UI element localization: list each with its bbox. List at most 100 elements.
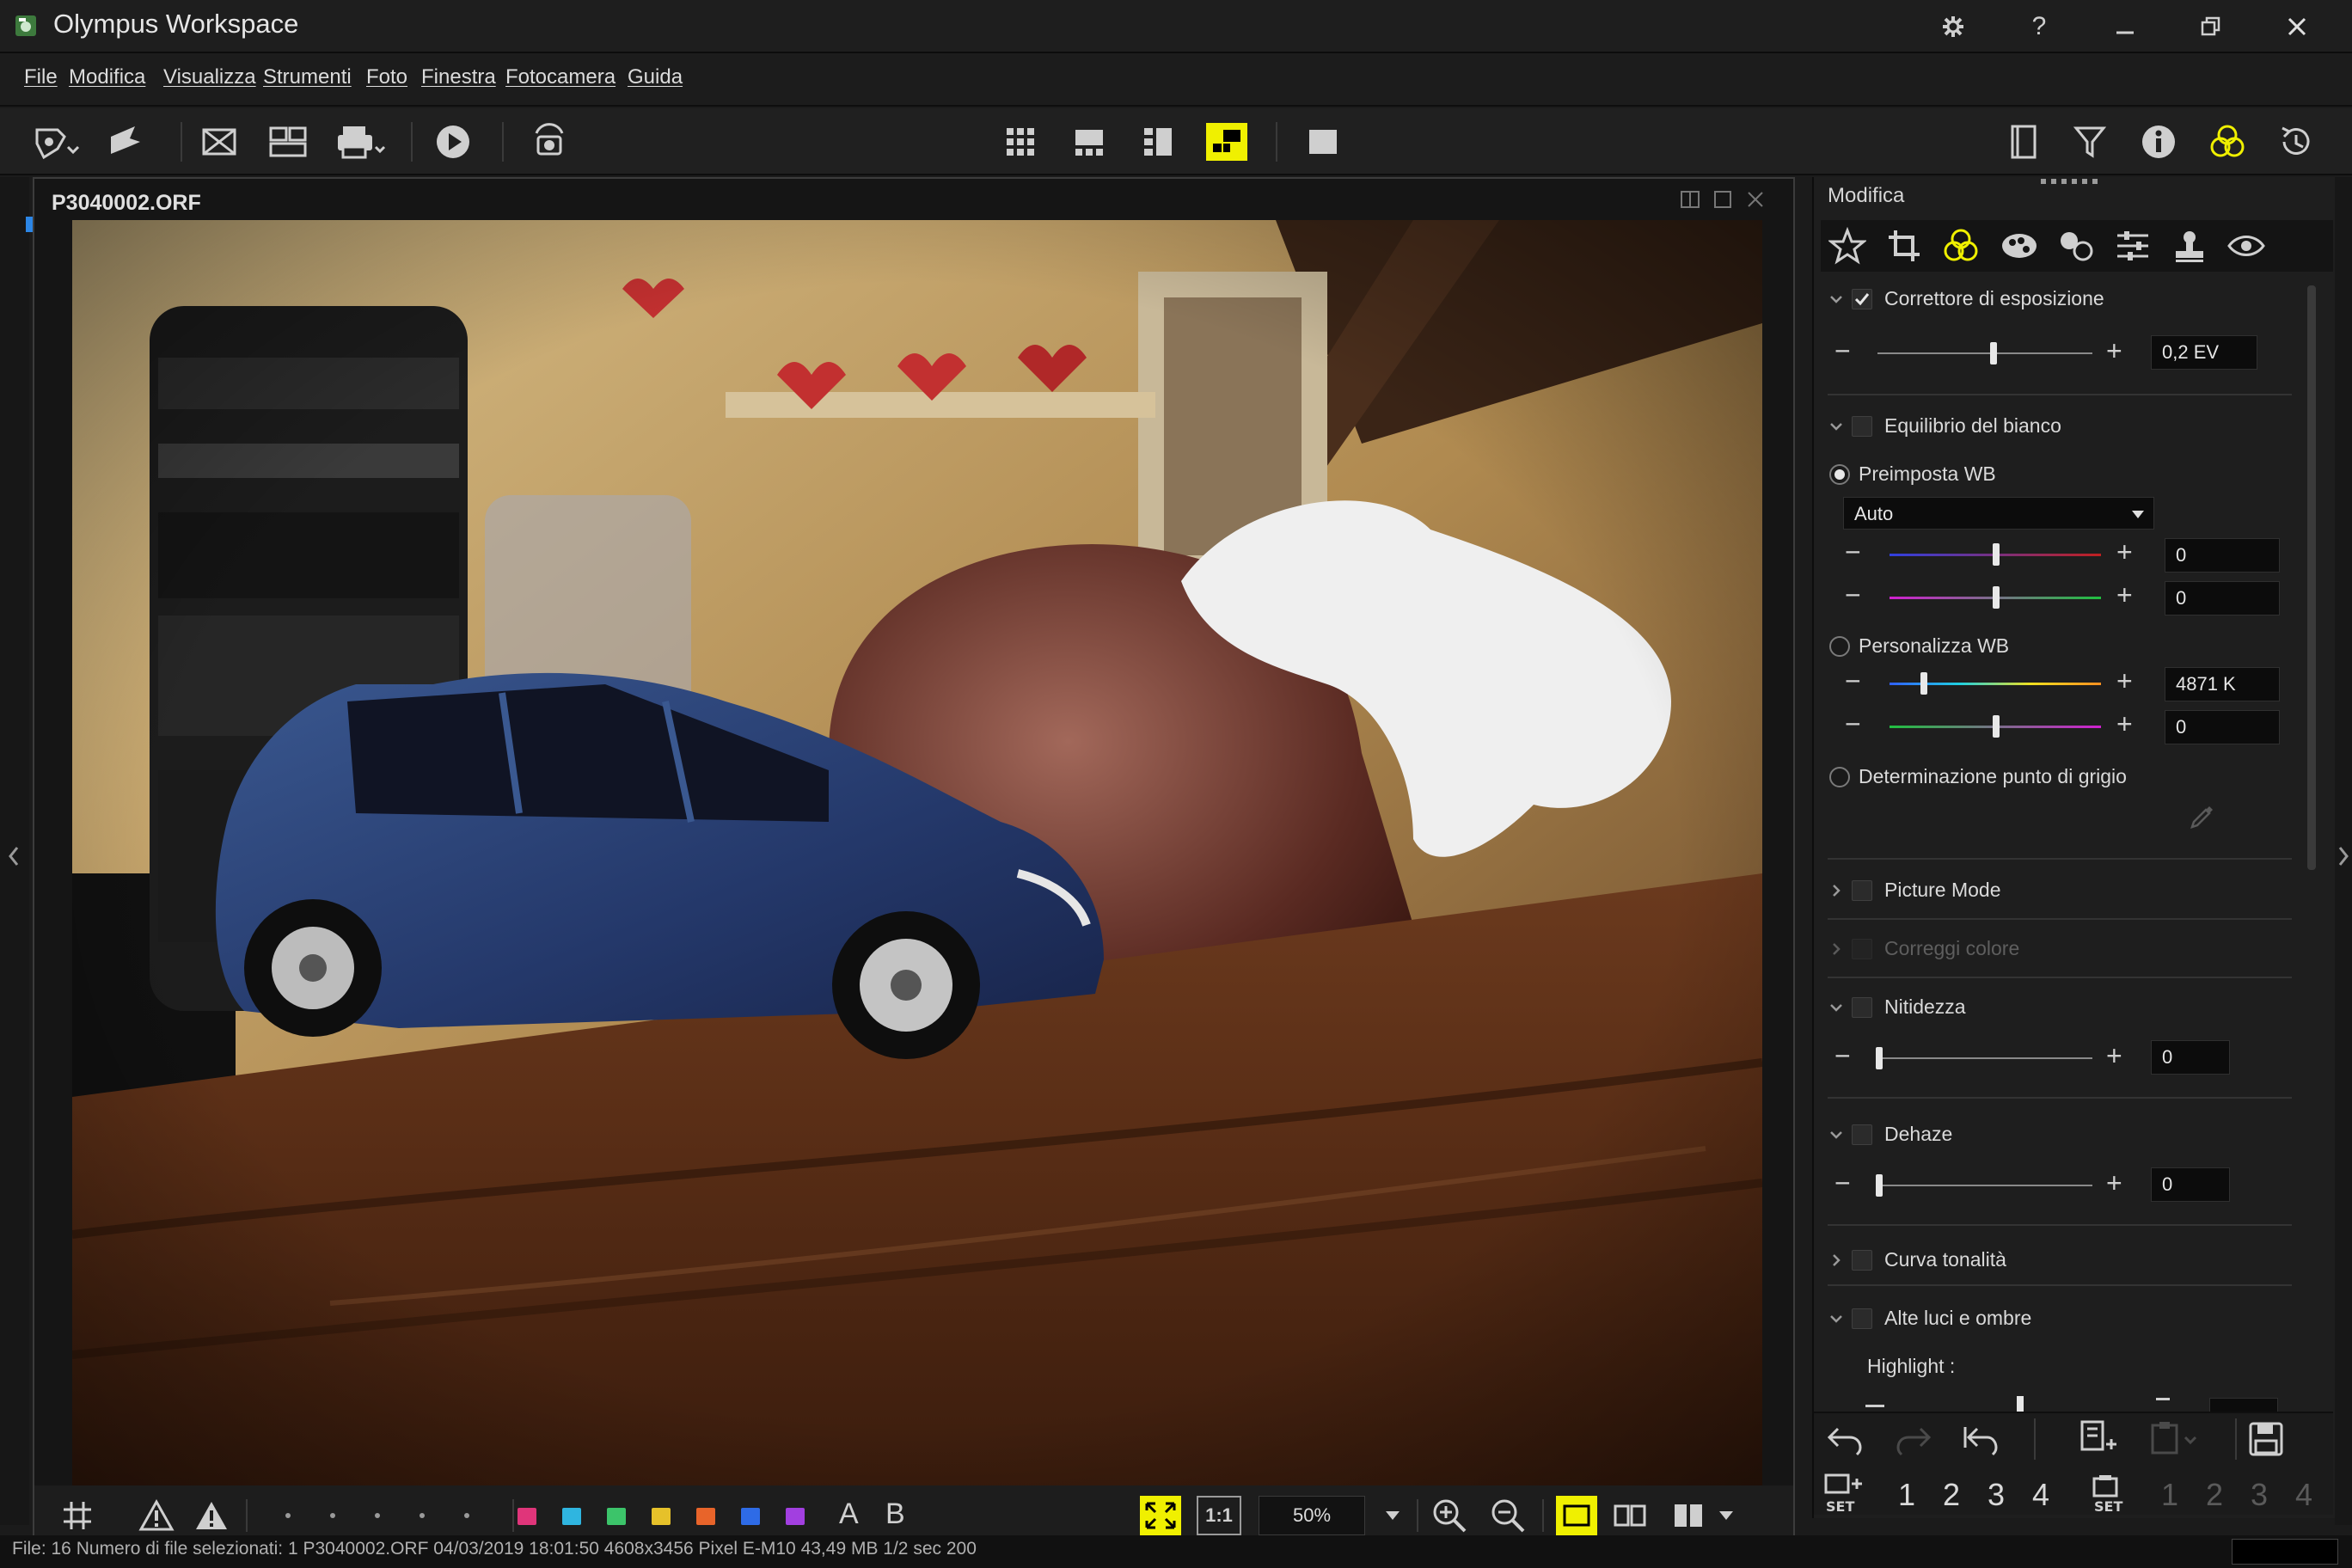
wb-preset-radio[interactable] xyxy=(1829,464,1850,485)
exposure-slider[interactable] xyxy=(1877,352,2092,354)
tab-sliders-icon[interactable] xyxy=(2106,224,2159,268)
label-a-button[interactable]: A xyxy=(839,1498,859,1531)
print-icon[interactable] xyxy=(334,117,387,167)
wb-custom-slider-2-thumb[interactable] xyxy=(1993,715,2000,738)
dehaze-collapse-icon[interactable] xyxy=(1828,1126,1845,1143)
dehaze-minus-button[interactable]: − xyxy=(1834,1169,1851,1197)
wb-preset-s1-value[interactable]: 0 xyxy=(2165,538,2280,573)
rating-dot-3[interactable] xyxy=(375,1513,380,1518)
picture-mode-expand-icon[interactable] xyxy=(1828,882,1845,899)
wb-preset-s1-plus[interactable]: + xyxy=(2116,538,2133,566)
rating-dot-2[interactable] xyxy=(330,1513,335,1518)
dehaze-plus-button[interactable]: + xyxy=(2106,1169,2122,1197)
before-after-icon[interactable] xyxy=(1668,1496,1709,1535)
set-apply-slot-3[interactable]: 3 xyxy=(2251,1477,2268,1513)
reset-icon[interactable] xyxy=(1962,1422,2000,1456)
redo-icon[interactable] xyxy=(1895,1422,1932,1456)
set-apply-slot-2[interactable]: 2 xyxy=(2206,1477,2223,1513)
close-viewer-icon[interactable] xyxy=(1745,189,1766,210)
single-compare-icon[interactable] xyxy=(1556,1496,1597,1535)
menu-guida[interactable]: Guida xyxy=(628,65,683,89)
tab-color-adjust-icon[interactable] xyxy=(1934,224,1988,268)
dehaze-slider-thumb[interactable] xyxy=(1876,1174,1883,1197)
set-slot-3[interactable]: 3 xyxy=(1988,1477,2005,1513)
wb-kelvin-plus[interactable]: + xyxy=(2116,667,2133,695)
highlights-collapse-icon[interactable] xyxy=(1828,1310,1845,1327)
import-icon[interactable] xyxy=(29,117,83,167)
zoom-100-button[interactable]: 1:1 xyxy=(1197,1496,1241,1535)
rating-dot-1[interactable] xyxy=(285,1513,291,1518)
camera-connect-icon[interactable] xyxy=(523,117,576,167)
wb-collapse-icon[interactable] xyxy=(1828,418,1845,435)
shadow-warning-icon[interactable] xyxy=(191,1496,232,1535)
color-label-cyan[interactable] xyxy=(562,1508,581,1525)
menu-foto[interactable]: Foto xyxy=(366,65,407,89)
wb-grey-radio[interactable] xyxy=(1829,767,1850,787)
grid-overlay-icon[interactable] xyxy=(58,1496,96,1535)
wb-custom-radio[interactable] xyxy=(1829,636,1850,657)
library-icon[interactable] xyxy=(1996,117,2049,167)
exposure-value[interactable]: 0,2 EV xyxy=(2151,335,2257,370)
transfer-icon[interactable] xyxy=(98,117,151,167)
menu-finestra[interactable]: Finestra xyxy=(421,65,496,89)
dehaze-value[interactable]: 0 xyxy=(2151,1167,2230,1202)
side-by-side-icon[interactable] xyxy=(1609,1496,1651,1535)
highlights-checkbox[interactable] xyxy=(1852,1308,1872,1329)
menu-visualizza[interactable]: Visualizza xyxy=(163,65,256,89)
minimize-icon[interactable] xyxy=(2098,7,2153,46)
fit-to-window-icon[interactable] xyxy=(1140,1496,1181,1535)
compare-dropdown-icon[interactable] xyxy=(1714,1496,1738,1535)
color-correct-checkbox[interactable] xyxy=(1852,939,1872,959)
wb-custom-s2-minus[interactable]: − xyxy=(1845,710,1861,738)
wb-preset-s2-plus[interactable]: + xyxy=(2116,581,2133,609)
exposure-plus-button[interactable]: + xyxy=(2106,337,2122,364)
slideshow-play-icon[interactable] xyxy=(426,117,480,167)
sharpness-plus-button[interactable]: + xyxy=(2106,1042,2122,1069)
grid-view-icon[interactable] xyxy=(994,117,1047,167)
sharpness-value[interactable]: 0 xyxy=(2151,1040,2230,1075)
maximize-viewer-icon[interactable] xyxy=(1712,189,1733,210)
dehaze-checkbox[interactable] xyxy=(1852,1124,1872,1145)
label-b-button[interactable]: B xyxy=(885,1498,905,1531)
exposure-checkbox[interactable] xyxy=(1852,289,1872,309)
tab-preview-eye-icon[interactable] xyxy=(2220,224,2273,268)
zoom-in-icon[interactable] xyxy=(1429,1496,1470,1535)
panel-grip-handle[interactable] xyxy=(2039,177,2099,186)
tone-curve-expand-icon[interactable] xyxy=(1828,1252,1845,1269)
settings-gear-icon[interactable] xyxy=(1926,7,1981,46)
edit-panel-icon[interactable] xyxy=(2201,117,2254,167)
picture-mode-checkbox[interactable] xyxy=(1852,880,1872,901)
split-view-icon[interactable] xyxy=(1680,189,1700,210)
set-slot-1[interactable]: 1 xyxy=(1898,1477,1915,1513)
color-label-orange[interactable] xyxy=(696,1508,715,1525)
sharpness-minus-button[interactable]: − xyxy=(1834,1042,1851,1069)
wb-kelvin-minus[interactable]: − xyxy=(1845,667,1861,695)
menu-modifica[interactable]: Modifica xyxy=(69,65,145,89)
wb-preset-slider-2-thumb[interactable] xyxy=(1993,586,2000,609)
dehaze-slider[interactable] xyxy=(1877,1185,2092,1186)
tone-curve-checkbox[interactable] xyxy=(1852,1250,1872,1271)
info-icon[interactable] xyxy=(2132,117,2185,167)
eyedropper-icon[interactable] xyxy=(2189,803,2216,830)
set-save-icon[interactable]: SET xyxy=(1822,1473,1864,1513)
color-label-purple[interactable] xyxy=(786,1508,805,1525)
sharpness-slider-thumb[interactable] xyxy=(1876,1047,1883,1069)
wb-preset-s2-value[interactable]: 0 xyxy=(2165,581,2280,616)
panel-scrollbar-thumb[interactable] xyxy=(2307,285,2316,870)
photo-preview[interactable] xyxy=(72,220,1762,1487)
filter-icon[interactable] xyxy=(2063,117,2116,167)
exposure-slider-thumb[interactable] xyxy=(1990,342,1997,364)
rating-dot-5[interactable] xyxy=(464,1513,469,1518)
zoom-out-icon[interactable] xyxy=(1487,1496,1528,1535)
menu-fotocamera[interactable]: Fotocamera xyxy=(505,65,616,89)
side-view-icon[interactable] xyxy=(1131,117,1185,167)
undo-icon[interactable] xyxy=(1826,1422,1864,1456)
help-icon[interactable]: ? xyxy=(2012,7,2067,46)
wb-kelvin-slider-thumb[interactable] xyxy=(1920,672,1927,695)
expand-left-icon[interactable] xyxy=(5,830,22,882)
color-correct-expand-icon[interactable] xyxy=(1828,940,1845,958)
sharpness-checkbox[interactable] xyxy=(1852,997,1872,1018)
exposure-minus-button[interactable]: − xyxy=(1834,337,1851,364)
edit-view-icon[interactable] xyxy=(1200,117,1253,167)
wb-preset-slider-1-thumb[interactable] xyxy=(1993,543,2000,566)
